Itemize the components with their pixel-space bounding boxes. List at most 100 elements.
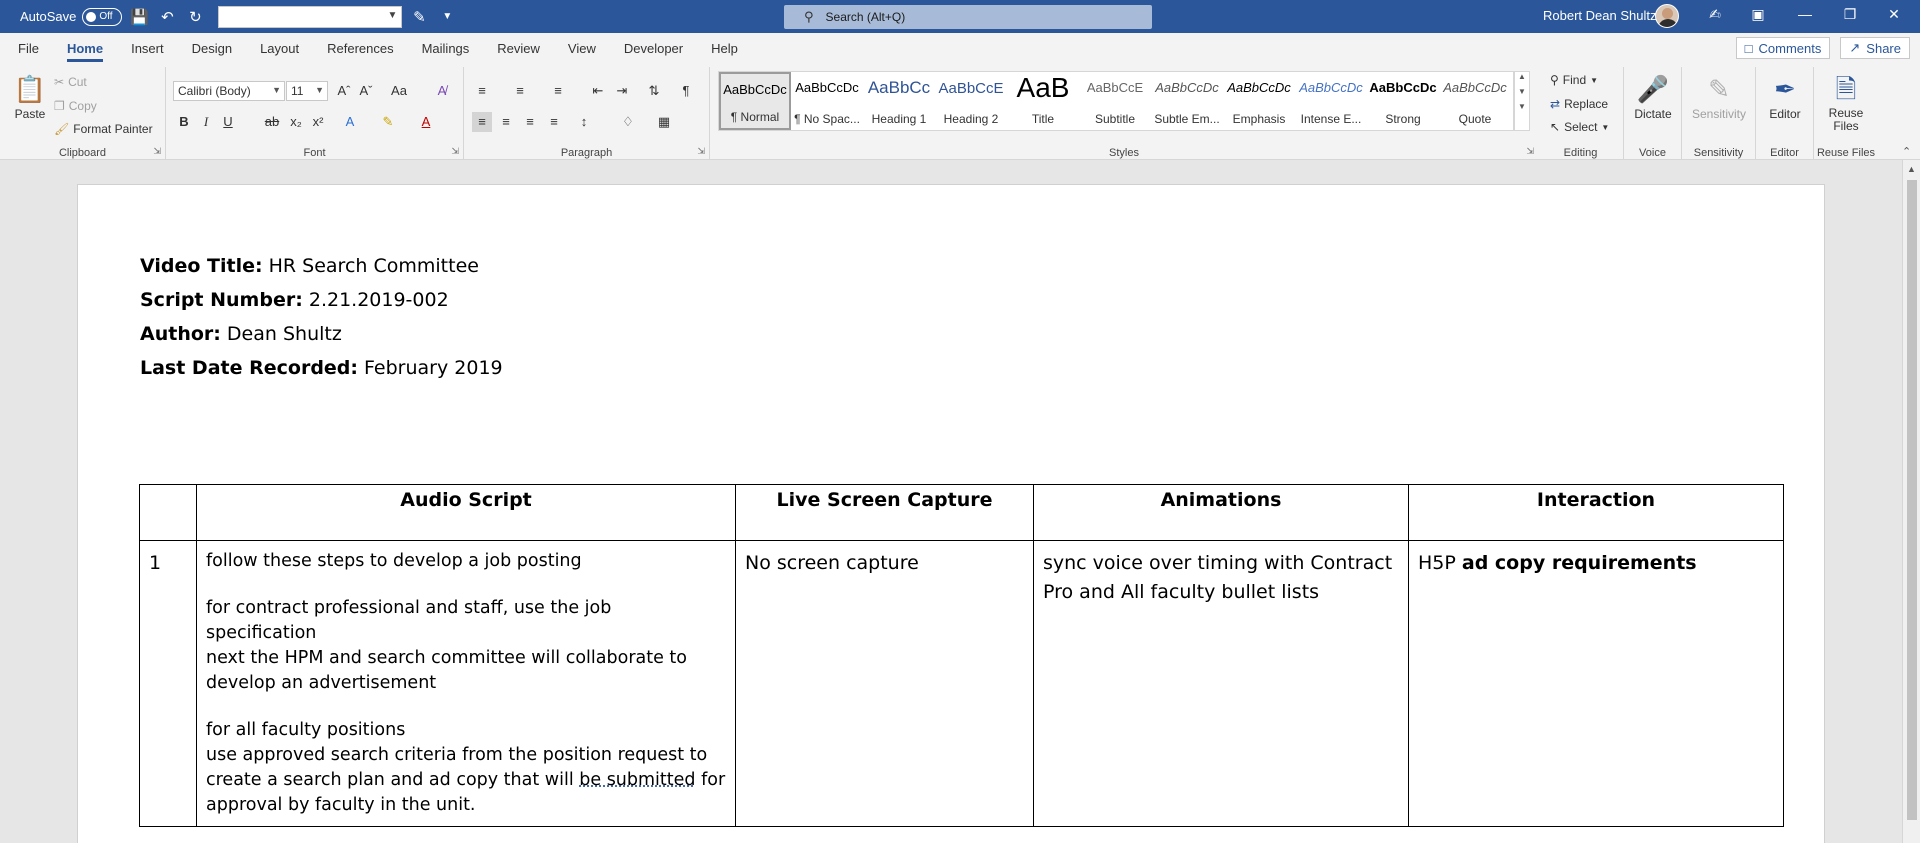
reuse-files-button[interactable]: 🗎 Reuse Files xyxy=(1816,71,1876,133)
scroll-up-icon[interactable]: ▲ xyxy=(1907,164,1916,174)
align-center-icon[interactable]: ≡ xyxy=(496,112,516,132)
font-launcher-icon[interactable]: ⇲ xyxy=(451,146,459,157)
tab-references[interactable]: References xyxy=(327,37,393,60)
pen-feedback-icon[interactable]: ✍ xyxy=(1705,6,1725,23)
bold-icon[interactable]: B xyxy=(174,112,194,132)
replace-button[interactable]: ⇄ Replace xyxy=(1550,97,1608,111)
shrink-font-icon[interactable]: Aˇ xyxy=(356,81,376,101)
pilcrow-icon[interactable]: ¶ xyxy=(676,81,696,101)
align-left-icon[interactable]: ≡ xyxy=(472,112,492,132)
highlight-icon[interactable]: ✎ xyxy=(378,112,398,132)
style-intense-emphasis[interactable]: AaBbCcDc Intense E... xyxy=(1295,72,1367,130)
borders-icon[interactable]: ▦ xyxy=(654,112,674,132)
cut-button[interactable]: ✂ Cut xyxy=(54,75,87,89)
search-icon: ⚲ xyxy=(804,9,814,24)
close-icon[interactable]: ✕ xyxy=(1884,6,1904,23)
user-name[interactable]: Robert Dean Shultz xyxy=(1543,8,1656,23)
text-effects-icon[interactable]: A xyxy=(340,112,360,132)
editor-button[interactable]: ✒ Editor xyxy=(1758,71,1812,121)
style-sample: AaBbCcDc xyxy=(1369,80,1437,95)
tab-view[interactable]: View xyxy=(568,37,596,60)
style-quote[interactable]: AaBbCcDc Quote xyxy=(1439,72,1511,130)
save-icon[interactable]: 💾 xyxy=(128,6,150,28)
pen-icon[interactable]: ✎ xyxy=(408,6,430,28)
style-strong[interactable]: AaBbCcDc Strong xyxy=(1367,72,1439,130)
vertical-scrollbar[interactable]: ▲ xyxy=(1902,160,1920,843)
clipboard-launcher-icon[interactable]: ⇲ xyxy=(153,146,161,157)
superscript-icon[interactable]: x² xyxy=(308,112,328,132)
font-color-icon[interactable]: A xyxy=(416,112,436,132)
document-page[interactable]: Video Title: HR Search Committee Script … xyxy=(77,184,1825,843)
styles-gallery-scroll[interactable]: ▲ ▼ ▼ xyxy=(1514,71,1530,131)
restore-icon[interactable]: ❐ xyxy=(1840,6,1860,23)
bullets-icon[interactable]: ≡ xyxy=(472,81,492,101)
align-right-icon[interactable]: ≡ xyxy=(520,112,540,132)
style-no-spacing[interactable]: AaBbCcDc ¶ No Spac... xyxy=(791,72,863,130)
autosave-toggle[interactable]: Off xyxy=(82,7,123,26)
style-subtitle[interactable]: AaBbCcE Subtitle xyxy=(1079,72,1151,130)
increase-indent-icon[interactable]: ⇥ xyxy=(612,81,632,101)
style-heading-2[interactable]: AaBbCcE Heading 2 xyxy=(935,72,1007,130)
tab-review[interactable]: Review xyxy=(497,37,540,60)
style-title[interactable]: AaB Title xyxy=(1007,72,1079,130)
font-family-select[interactable]: Calibri (Body) ▼ xyxy=(173,81,285,101)
redo-icon[interactable]: ↻ xyxy=(184,6,206,28)
style-heading-1[interactable]: AaBbCc Heading 1 xyxy=(863,72,935,130)
minimize-icon[interactable]: — xyxy=(1795,6,1815,22)
search-box[interactable]: ⚲ Search (Alt+Q) xyxy=(784,5,1152,29)
tab-insert[interactable]: Insert xyxy=(131,37,164,60)
sort-icon[interactable]: ⇅ xyxy=(644,81,664,101)
sensitivity-group-label: Sensitivity xyxy=(1693,147,1744,159)
subscript-icon[interactable]: x₂ xyxy=(286,112,306,132)
scrollbar-thumb[interactable] xyxy=(1907,180,1917,820)
avatar[interactable] xyxy=(1655,4,1679,28)
justify-icon[interactable]: ≡ xyxy=(544,112,564,132)
numbering-icon[interactable]: ≡ xyxy=(510,81,530,101)
tab-home[interactable]: Home xyxy=(66,37,104,62)
paste-button[interactable]: 📋 Paste xyxy=(10,71,50,121)
dictate-button[interactable]: 🎤 Dictate xyxy=(1626,71,1680,121)
grow-font-icon[interactable]: Aˆ xyxy=(334,81,354,101)
paragraph-launcher-icon[interactable]: ⇲ xyxy=(697,146,705,157)
customize-toolbar-icon[interactable]: ▼ xyxy=(436,6,458,28)
styles-launcher-icon[interactable]: ⇲ xyxy=(1526,146,1534,157)
expand-gallery-icon[interactable]: ▼ xyxy=(1515,102,1529,111)
meta-key: Video Title: xyxy=(140,255,263,277)
tab-mailings[interactable]: Mailings xyxy=(422,37,470,60)
autosave[interactable]: AutoSave Off xyxy=(20,7,123,26)
share-button[interactable]: ↗ Share xyxy=(1840,37,1910,59)
sensitivity-button[interactable]: ✎ Sensitivity xyxy=(1684,71,1754,121)
collapse-ribbon-icon[interactable]: ⌃ xyxy=(1902,145,1911,158)
scroll-up-icon[interactable]: ▲ xyxy=(1515,72,1529,81)
shading-icon[interactable]: ♢ xyxy=(618,112,638,132)
tab-layout[interactable]: Layout xyxy=(260,37,299,60)
tab-design[interactable]: Design xyxy=(192,37,232,60)
format-painter-button[interactable]: 🖌 Format Painter xyxy=(54,122,153,136)
style-normal[interactable]: AaBbCcDc ¶ Normal xyxy=(719,72,791,130)
tab-help[interactable]: Help xyxy=(711,37,738,60)
comments-button[interactable]: □ Comments xyxy=(1735,37,1831,59)
multilevel-list-icon[interactable]: ≡ xyxy=(548,81,568,101)
strikethrough-icon[interactable]: ab xyxy=(262,112,282,132)
ribbon-display-icon[interactable]: ▣ xyxy=(1748,6,1768,23)
italic-icon[interactable]: I xyxy=(196,112,216,132)
decrease-indent-icon[interactable]: ⇤ xyxy=(588,81,608,101)
select-button[interactable]: ↖ Select ▼ xyxy=(1550,120,1609,134)
find-button[interactable]: ⚲ Find ▼ xyxy=(1550,73,1598,87)
change-case-button[interactable]: Aa xyxy=(384,81,414,101)
tab-developer[interactable]: Developer xyxy=(624,37,683,60)
font-size-select[interactable]: 11 ▼ xyxy=(286,81,328,101)
scroll-down-icon[interactable]: ▼ xyxy=(1515,87,1529,96)
clear-formatting-icon[interactable]: A̸ xyxy=(432,81,452,101)
underline-icon[interactable]: U xyxy=(218,112,238,132)
copy-button[interactable]: ❐ Copy xyxy=(54,99,97,113)
tab-file[interactable]: File xyxy=(18,37,39,60)
line-spacing-icon[interactable]: ↕ xyxy=(574,112,594,132)
undo-icon[interactable]: ↶ xyxy=(156,6,178,28)
audio-line: for all faculty positions xyxy=(206,720,406,740)
style-emphasis[interactable]: AaBbCcDc Emphasis xyxy=(1223,72,1295,130)
grammar-flag[interactable]: be submitted xyxy=(579,770,695,790)
meta-value: Dean Shultz xyxy=(226,323,342,345)
quick-access-combo[interactable]: ▼ xyxy=(218,5,403,28)
style-subtle-emphasis[interactable]: AaBbCcDc Subtle Em... xyxy=(1151,72,1223,130)
